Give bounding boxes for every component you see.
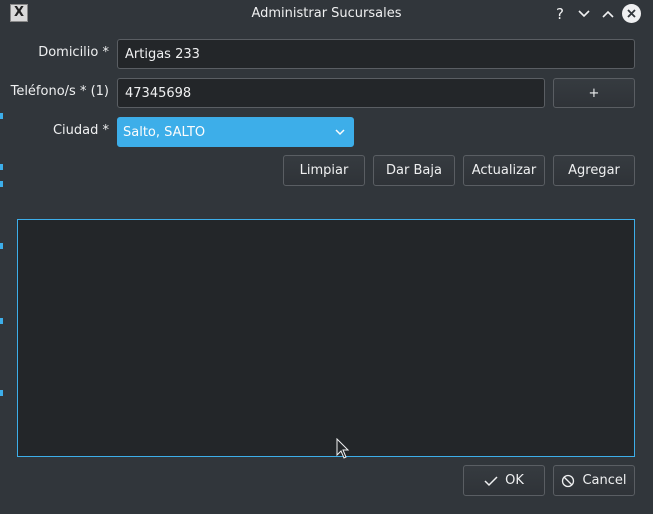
background-window-edge (0, 318, 3, 324)
background-window-edge (0, 243, 3, 249)
minimize-button[interactable] (574, 4, 594, 24)
cancel-icon (562, 474, 575, 487)
mouse-cursor-icon (336, 438, 350, 459)
help-button[interactable]: ? (550, 4, 570, 24)
title-bar: X Administrar Sucursales ? (0, 0, 653, 27)
background-window-edge (0, 181, 3, 187)
background-window-edge (0, 164, 3, 170)
cancel-label: Cancel (582, 473, 627, 488)
domicilio-label: Domicilio * (38, 45, 109, 60)
telefono-field[interactable]: 47345698 (117, 78, 545, 108)
limpiar-button[interactable]: Limpiar (283, 155, 365, 186)
chevron-down-icon (578, 10, 590, 18)
ok-button[interactable]: OK (463, 465, 545, 496)
ciudad-selected-value: Salto, SALTO (123, 124, 206, 140)
ok-label: OK (505, 473, 524, 488)
sucursales-list[interactable] (17, 219, 635, 457)
telefono-label: Teléfono/s * (1) (10, 84, 109, 99)
close-button[interactable] (622, 4, 641, 23)
ciudad-select[interactable]: Salto, SALTO (117, 117, 354, 147)
chevron-up-icon (602, 10, 614, 18)
ciudad-label: Ciudad * (52, 123, 109, 138)
dar-baja-button[interactable]: Dar Baja (373, 155, 455, 186)
domicilio-field[interactable]: Artigas 233 (117, 39, 635, 69)
checkmark-icon (484, 475, 498, 486)
add-phone-button[interactable]: + (553, 78, 635, 108)
background-window-edge (0, 113, 3, 119)
actualizar-button[interactable]: Actualizar (463, 155, 545, 186)
maximize-button[interactable] (598, 4, 618, 24)
close-icon (627, 9, 636, 18)
background-window-edge (0, 390, 3, 396)
chevron-down-icon (335, 129, 345, 136)
cancel-button[interactable]: Cancel (553, 465, 635, 496)
agregar-button[interactable]: Agregar (553, 155, 635, 186)
